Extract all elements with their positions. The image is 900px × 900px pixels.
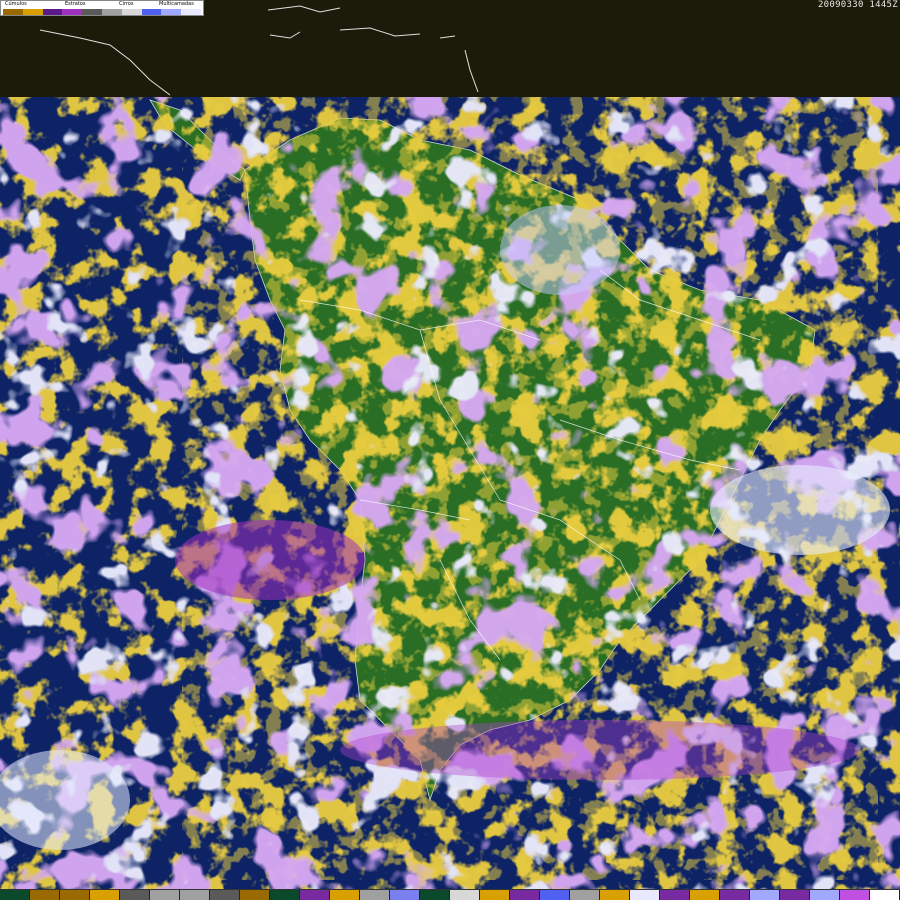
scale-swatch [330,890,360,900]
legend-label-multilayer: Multicamadas [159,1,194,7]
scale-swatch [690,890,720,900]
scale-swatch [420,890,450,900]
scale-swatch [810,890,840,900]
scale-swatch [720,890,750,900]
scale-swatch [780,890,810,900]
legend-swatch [62,9,83,15]
scale-swatch [120,890,150,900]
scale-swatch [450,890,480,900]
scale-swatch [600,890,630,900]
color-scale-bar [0,889,900,900]
legend-swatch [141,9,162,15]
scale-swatch [150,890,180,900]
scale-swatch [480,890,510,900]
atlantic-multilayer-system [710,465,890,555]
southern-stratus-band [340,720,860,780]
scale-swatch [210,890,240,900]
scale-swatch [870,890,900,900]
legend-swatch [181,9,201,15]
legend-label-cirrus: Cirros [119,1,134,7]
amazon-cloud-cluster [500,205,620,295]
image-timestamp: 20090330 1445Z [817,0,898,10]
legend-swatch [82,9,102,15]
legend-color-swatches [3,9,201,15]
pacific-stratus-band [175,520,365,600]
legend-swatch [3,9,23,15]
scale-swatch [630,890,660,900]
scale-swatch [570,890,600,900]
scale-swatch [360,890,390,900]
cloud-classification-map [0,5,900,889]
scale-swatch [90,890,120,900]
legend-swatch [161,9,182,15]
scale-swatch [300,890,330,900]
scale-swatch [60,890,90,900]
scale-swatch [180,890,210,900]
scale-swatch [660,890,690,900]
cloud-type-legend: Cúmulos Estratos Cirros Multicamadas [0,0,204,16]
scale-swatch [270,890,300,900]
caribbean-outline [39,5,479,96]
scale-swatch [840,890,870,900]
scale-swatch [0,890,30,900]
legend-label-stratus: Estratos [65,1,86,7]
legend-label-cumulus: Cúmulos [5,1,27,7]
legend-swatch [42,9,63,15]
satellite-image: Cúmulos Estratos Cirros Multicamadas 200… [0,0,900,900]
scale-swatch [240,890,270,900]
scale-swatch [750,890,780,900]
scale-swatch [510,890,540,900]
scale-swatch [390,890,420,900]
legend-swatch [121,9,142,15]
scale-swatch [30,890,60,900]
scale-swatch [540,890,570,900]
legend-swatch [101,9,122,15]
legend-swatch [22,9,43,15]
